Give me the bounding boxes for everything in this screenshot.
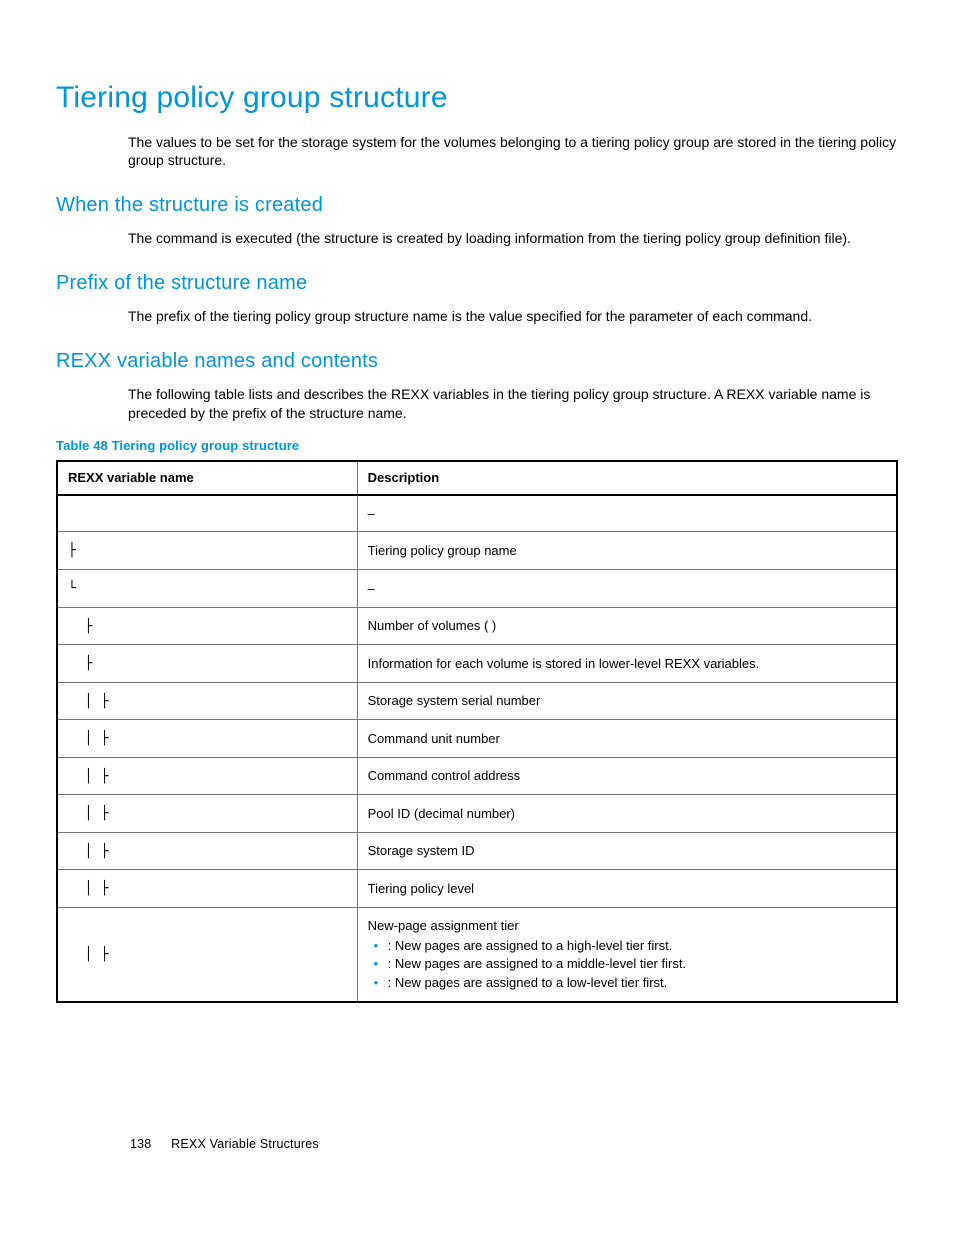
tree-glyph: │ ├ — [68, 806, 108, 821]
desc-lead: New-page assignment tier — [368, 917, 886, 935]
table-row: │ ├ Tiering policy level — [57, 870, 897, 908]
tree-glyph: ├ — [68, 656, 92, 671]
desc-list: : New pages are assigned to a high-level… — [368, 937, 886, 992]
table-row: ├ Information for each volume is stored i… — [57, 645, 897, 683]
cell-rexx-name: │ ├ — [57, 907, 357, 1002]
section-heading-rexx: REXX variable names and contents — [56, 348, 898, 375]
table-row: ├ Number of volumes ( ) — [57, 607, 897, 645]
page-footer: 138 REXX Variable Structures — [130, 1136, 319, 1153]
cell-description: Storage system serial number — [357, 682, 897, 720]
cell-rexx-name: ├ — [57, 645, 357, 683]
table-row: │ ├ Pool ID (decimal number) — [57, 795, 897, 833]
cell-description: New-page assignment tier : New pages are… — [357, 907, 897, 1002]
section-body-prefix: The prefix of the tiering policy group s… — [128, 307, 898, 326]
structure-table: REXX variable name Description – ├ Tiering… — [56, 460, 898, 1003]
cell-description: Tiering policy level — [357, 870, 897, 908]
table-row: ├ Tiering policy group name — [57, 532, 897, 570]
cell-rexx-name: │ ├ — [57, 682, 357, 720]
desc-list-item: : New pages are assigned to a high-level… — [374, 937, 886, 955]
cell-description: Number of volumes ( ) — [357, 607, 897, 645]
cell-rexx-name: ├ — [57, 532, 357, 570]
section-heading-created: When the structure is created — [56, 192, 898, 219]
table-body: –├Tiering policy group name└– ├Number of… — [57, 495, 897, 1002]
table-row: └– — [57, 570, 897, 608]
cell-description: Tiering policy group name — [357, 532, 897, 570]
cell-description: Information for each volume is stored in… — [357, 645, 897, 683]
tree-glyph: │ ├ — [68, 881, 108, 896]
table-row: │ ├ Command control address — [57, 757, 897, 795]
footer-section: REXX Variable Structures — [171, 1137, 319, 1151]
page-title: Tiering policy group structure — [56, 78, 898, 119]
table-header-desc: Description — [357, 461, 897, 495]
table-row: – — [57, 495, 897, 532]
cell-rexx-name: │ ├ — [57, 870, 357, 908]
section-body-rexx: The following table lists and describes … — [128, 385, 898, 423]
desc-list-item: : New pages are assigned to a low-level … — [374, 974, 886, 992]
tree-glyph: ├ — [68, 619, 92, 634]
table-header-name: REXX variable name — [57, 461, 357, 495]
table-row: │ ├ Storage system serial number — [57, 682, 897, 720]
cell-rexx-name: │ ├ — [57, 832, 357, 870]
desc-list-item: : New pages are assigned to a middle-lev… — [374, 955, 886, 973]
cell-rexx-name — [57, 495, 357, 532]
table-row: │ ├ New-page assignment tier : New pages … — [57, 907, 897, 1002]
section-heading-prefix: Prefix of the structure name — [56, 270, 898, 297]
cell-rexx-name: │ ├ — [57, 720, 357, 758]
page-number: 138 — [130, 1137, 151, 1151]
tree-glyph: │ ├ — [68, 769, 108, 784]
cell-rexx-name: └ — [57, 570, 357, 608]
table-row: │ ├ Storage system ID — [57, 832, 897, 870]
cell-rexx-name: │ ├ — [57, 757, 357, 795]
intro-paragraph: The values to be set for the storage sys… — [128, 133, 898, 171]
page: Tiering policy group structure The value… — [0, 0, 954, 1235]
table-caption: Table 48 Tiering policy group structure — [56, 437, 898, 455]
tree-glyph: └ — [68, 581, 76, 596]
tree-glyph: │ ├ — [68, 947, 108, 962]
tree-glyph: │ ├ — [68, 731, 108, 746]
cell-description: – — [357, 495, 897, 532]
cell-rexx-name: │ ├ — [57, 795, 357, 833]
cell-description: Command unit number — [357, 720, 897, 758]
table-row: │ ├ Command unit number — [57, 720, 897, 758]
tree-glyph: │ ├ — [68, 844, 108, 859]
section-body-created: The command is executed (the structure i… — [128, 229, 898, 248]
cell-description: Storage system ID — [357, 832, 897, 870]
cell-description: Pool ID (decimal number) — [357, 795, 897, 833]
cell-description: Command control address — [357, 757, 897, 795]
tree-glyph: ├ — [68, 543, 76, 558]
table-header-row: REXX variable name Description — [57, 461, 897, 495]
cell-rexx-name: ├ — [57, 607, 357, 645]
tree-glyph: │ ├ — [68, 694, 108, 709]
cell-description: – — [357, 570, 897, 608]
